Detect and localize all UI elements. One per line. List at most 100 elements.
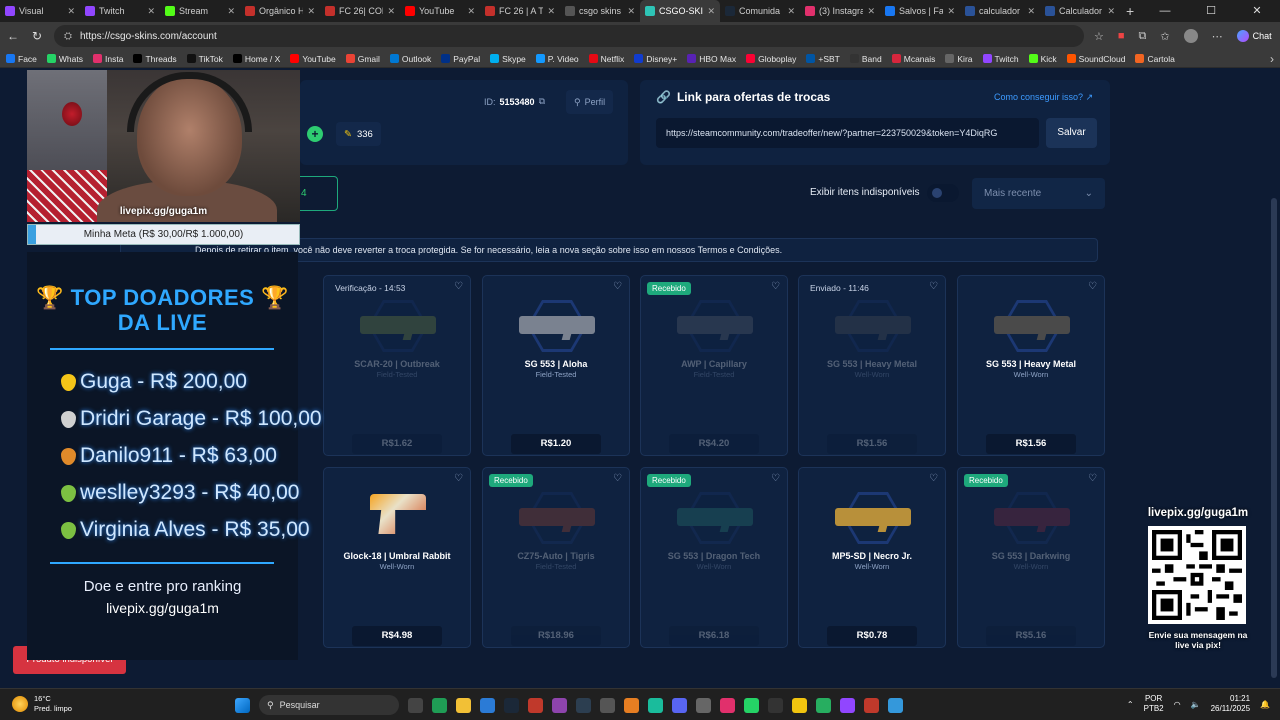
favorite-icon[interactable]: ♡ xyxy=(454,473,463,484)
close-window-icon[interactable]: ✕ xyxy=(1234,0,1280,22)
app-icon[interactable] xyxy=(600,697,615,713)
app-icon[interactable] xyxy=(816,697,831,713)
bookmark-item[interactable]: Cartola xyxy=(1135,54,1175,64)
item-card[interactable]: ♡ SG 553 | Aloha Field-Tested R$1.20 xyxy=(482,275,630,456)
bookmark-item[interactable]: Face xyxy=(6,54,37,64)
browser-tab[interactable]: Twitch ✕ xyxy=(80,0,160,22)
wifi-icon[interactable]: ◠ xyxy=(1174,700,1181,709)
bookmark-item[interactable]: PayPal xyxy=(441,54,480,64)
item-card[interactable]: Recebido ♡ AWP | Capillary Field-Tested R$4.… xyxy=(640,275,788,456)
clock[interactable]: 01:21 26/11/2025 xyxy=(1211,694,1250,714)
app-icon[interactable] xyxy=(552,697,567,713)
close-tab-icon[interactable]: ✕ xyxy=(627,6,635,17)
bookmark-item[interactable]: Twitch xyxy=(982,54,1019,64)
item-card[interactable]: ♡ SG 553 | Heavy Metal Well-Worn R$1.56 xyxy=(957,275,1105,456)
bookmark-item[interactable]: Skype xyxy=(490,54,526,64)
bookmark-item[interactable]: Threads xyxy=(133,54,177,64)
taskbar-search[interactable]: ⚲ Pesquisar xyxy=(259,695,399,715)
close-tab-icon[interactable]: ✕ xyxy=(707,6,715,17)
edge-icon[interactable] xyxy=(432,697,447,713)
app-icon[interactable] xyxy=(576,697,591,713)
add-balance-icon[interactable]: + xyxy=(307,126,323,142)
scrollbar-thumb[interactable] xyxy=(1271,198,1277,678)
menu-icon[interactable]: ⋯ xyxy=(1212,30,1223,43)
bookmark-item[interactable]: Gmail xyxy=(345,54,380,64)
bookmark-item[interactable]: Insta xyxy=(93,54,123,64)
bookmark-item[interactable]: SoundCloud xyxy=(1066,54,1125,64)
store-icon[interactable] xyxy=(480,697,495,713)
browser-tab[interactable]: csgo skins ✕ xyxy=(560,0,640,22)
item-card[interactable]: ♡ MP5-SD | Necro Jr. Well-Worn R$0.78 xyxy=(798,467,946,648)
app-icon[interactable] xyxy=(864,697,879,713)
bookmarks-overflow-icon[interactable]: › xyxy=(1270,52,1274,66)
start-icon[interactable] xyxy=(235,697,250,713)
browser-tab[interactable]: Salvos | Fa ✕ xyxy=(880,0,960,22)
bookmark-item[interactable]: Kira xyxy=(945,54,973,64)
bookmark-item[interactable]: P. Video xyxy=(535,54,579,64)
sort-select[interactable]: Mais recente ⌄ xyxy=(972,178,1105,209)
url-field[interactable]: ⛭ https://csgo-skins.com/account xyxy=(54,25,1084,47)
bookmark-item[interactable]: YouTube xyxy=(290,54,336,64)
browser-tab[interactable]: Orgânico H ✕ xyxy=(240,0,320,22)
close-tab-icon[interactable]: ✕ xyxy=(467,6,475,17)
bookmark-item[interactable]: Home / X xyxy=(232,54,280,64)
favorites-icon[interactable]: ✩ xyxy=(1160,30,1169,43)
browser-tab[interactable]: FC 26| CON ✕ xyxy=(320,0,400,22)
app-icon[interactable] xyxy=(648,697,663,713)
extension-icon[interactable]: ■ xyxy=(1118,30,1125,42)
minimize-icon[interactable]: — xyxy=(1142,0,1188,22)
favorite-icon[interactable]: ♡ xyxy=(1088,473,1097,484)
close-tab-icon[interactable]: ✕ xyxy=(307,6,315,17)
reload-icon[interactable]: ↻ xyxy=(30,29,44,43)
app-icon[interactable] xyxy=(768,697,783,713)
browser-tab[interactable]: calculador ✕ xyxy=(960,0,1040,22)
bookmark-item[interactable]: Disney+ xyxy=(634,54,677,64)
extensions-puzzle-icon[interactable]: ⧉ xyxy=(1139,30,1147,43)
bookmark-item[interactable]: Globoplay xyxy=(746,54,796,64)
how-to-get-link[interactable]: Como conseguir isso? ↗ xyxy=(994,92,1093,103)
app-icon[interactable] xyxy=(624,697,639,713)
close-tab-icon[interactable]: ✕ xyxy=(1027,6,1035,17)
browser-tab[interactable]: FC 26 | A T ✕ xyxy=(480,0,560,22)
browser-tab[interactable]: YouTube ✕ xyxy=(400,0,480,22)
item-card[interactable]: ♡ Glock-18 | Umbral Rabbit Well-Worn R$4.98 xyxy=(323,467,471,648)
new-tab-button[interactable]: + xyxy=(1126,3,1134,19)
trade-url-input[interactable]: https://steamcommunity.com/tradeoffer/ne… xyxy=(656,118,1039,148)
bookmark-item[interactable]: Whats xyxy=(46,54,83,64)
volume-icon[interactable]: 🔈 xyxy=(1191,700,1201,709)
chat-button[interactable]: Chat xyxy=(1236,30,1272,42)
bookmark-item[interactable]: Band xyxy=(849,54,882,64)
save-button[interactable]: Salvar xyxy=(1046,118,1097,148)
weather-widget[interactable]: 16°C Pred. limpo xyxy=(12,694,72,714)
app-icon[interactable] xyxy=(792,697,807,713)
favorite-icon[interactable]: ♡ xyxy=(613,281,622,292)
close-tab-icon[interactable]: ✕ xyxy=(787,6,795,17)
scrollbar[interactable] xyxy=(1270,78,1278,678)
profile-avatar[interactable] xyxy=(1183,29,1198,43)
discord-icon[interactable] xyxy=(672,697,687,713)
profile-button[interactable]: ⚲ Perfil xyxy=(566,90,614,114)
bookmark-star-icon[interactable]: ☆ xyxy=(1094,30,1104,43)
app-icon[interactable] xyxy=(888,697,903,713)
chevron-up-icon[interactable]: ⌃ xyxy=(1127,700,1134,709)
close-tab-icon[interactable]: ✕ xyxy=(387,6,395,17)
bookmark-item[interactable]: TikTok xyxy=(186,54,223,64)
browser-tab[interactable]: CSGO-SKIN✕ xyxy=(640,0,720,22)
close-tab-icon[interactable]: ✕ xyxy=(1107,6,1115,17)
browser-tab[interactable]: Visual ✕ xyxy=(0,0,80,22)
favorite-icon[interactable]: ♡ xyxy=(771,473,780,484)
site-info-icon[interactable]: ⛭ xyxy=(64,31,72,42)
copy-icon[interactable]: ⧉ xyxy=(539,96,545,107)
close-tab-icon[interactable]: ✕ xyxy=(547,6,555,17)
file-explorer-icon[interactable] xyxy=(456,697,471,713)
app-icon[interactable] xyxy=(528,697,543,713)
task-view-icon[interactable] xyxy=(408,697,423,713)
close-tab-icon[interactable]: ✕ xyxy=(227,6,235,17)
favorite-icon[interactable]: ♡ xyxy=(771,281,780,292)
show-unavailable-toggle[interactable] xyxy=(927,184,959,202)
back-icon[interactable]: ← xyxy=(6,29,20,43)
close-tab-icon[interactable]: ✕ xyxy=(947,6,955,17)
language-indicator[interactable]: POR PTB2 xyxy=(1144,694,1164,714)
steam-icon[interactable] xyxy=(504,697,519,713)
browser-tab[interactable]: Calculador ✕ xyxy=(1040,0,1120,22)
